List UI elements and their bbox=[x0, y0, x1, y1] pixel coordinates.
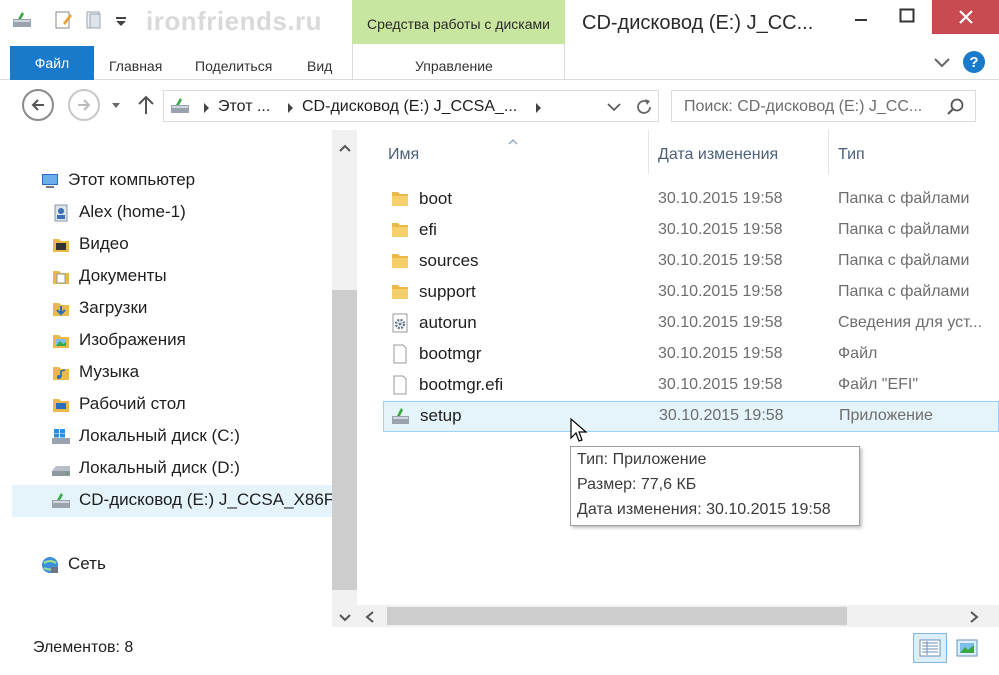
details-view-button[interactable] bbox=[913, 633, 947, 663]
column-header-type[interactable]: Тип bbox=[838, 146, 865, 164]
search-placeholder: Поиск: CD-дисковод (E:) J_CC... bbox=[684, 98, 923, 115]
file-icon bbox=[390, 375, 410, 395]
back-button[interactable] bbox=[22, 89, 54, 121]
video-folder-icon bbox=[51, 235, 71, 255]
file-row[interactable]: support 30.10.2015 19:58 Папка с файлами bbox=[383, 278, 999, 306]
nav-scrollbar[interactable] bbox=[332, 130, 357, 627]
address-history-icon[interactable] bbox=[606, 99, 622, 120]
file-row-selected[interactable]: setup 30.10.2015 19:58 Приложение bbox=[383, 401, 999, 432]
folder-icon bbox=[390, 220, 410, 240]
scroll-down-icon[interactable] bbox=[338, 610, 352, 628]
chevron-right-icon[interactable] bbox=[534, 101, 542, 119]
chevron-right-icon[interactable] bbox=[286, 101, 294, 119]
window-title: CD-дисковод (E:) J_CC... bbox=[582, 12, 814, 34]
file-info-tooltip: Тип: Приложение Размер: 77,6 КБ Дата изм… bbox=[570, 446, 860, 526]
settings-file-icon bbox=[390, 313, 410, 333]
recent-locations-icon[interactable] bbox=[110, 98, 122, 116]
item-count: Элементов: 8 bbox=[33, 639, 134, 656]
new-folder-icon[interactable] bbox=[84, 10, 104, 30]
tooltip-date: Дата изменения: 30.10.2015 19:58 bbox=[577, 501, 831, 518]
chevron-right-icon[interactable] bbox=[202, 101, 210, 119]
breadcrumb-this-pc[interactable]: Этот ... bbox=[218, 98, 270, 116]
file-row[interactable]: bootmgr 30.10.2015 19:58 Файл bbox=[383, 340, 999, 368]
forward-button[interactable] bbox=[68, 89, 100, 121]
column-divider[interactable] bbox=[648, 130, 649, 174]
scroll-right-icon[interactable] bbox=[969, 610, 979, 628]
file-row[interactable]: sources 30.10.2015 19:58 Папка с файлами bbox=[383, 247, 999, 275]
title-bar: ironfriends.ru Средства работы с дисками… bbox=[0, 0, 999, 44]
up-arrow-icon[interactable] bbox=[136, 94, 156, 121]
tooltip-type: Тип: Приложение bbox=[577, 451, 707, 468]
folder-icon bbox=[390, 251, 410, 271]
svg-text:?: ? bbox=[969, 54, 978, 71]
documents-folder-icon bbox=[51, 267, 71, 287]
file-row[interactable]: bootmgr.efi 30.10.2015 19:58 Файл "EFI" bbox=[383, 371, 999, 399]
scroll-left-icon[interactable] bbox=[365, 610, 375, 628]
nav-item-cd-drive[interactable]: CD-дисковод (E:) J_CCSA_X86FF bbox=[51, 487, 332, 515]
file-row[interactable]: efi 30.10.2015 19:58 Папка с файлами bbox=[383, 216, 999, 244]
search-input[interactable]: Поиск: CD-дисковод (E:) J_CC... bbox=[671, 90, 976, 122]
close-button[interactable] bbox=[932, 0, 999, 34]
tab-home[interactable]: Главная bbox=[109, 58, 162, 74]
tab-view[interactable]: Вид bbox=[307, 58, 332, 74]
horizontal-scroll-thumb[interactable] bbox=[387, 607, 847, 625]
cd-drive-icon bbox=[51, 491, 71, 511]
setup-app-icon bbox=[391, 406, 411, 426]
cd-drive-icon[interactable] bbox=[12, 10, 32, 30]
context-tab-area: Управление bbox=[352, 44, 565, 80]
tab-file[interactable]: Файл bbox=[10, 46, 94, 80]
scroll-up-icon[interactable] bbox=[338, 140, 352, 158]
watermark: ironfriends.ru bbox=[146, 6, 323, 36]
minimize-button[interactable] bbox=[838, 0, 884, 32]
large-icons-view-button[interactable] bbox=[950, 633, 984, 663]
status-bar: Элементов: 8 bbox=[0, 627, 999, 675]
expand-ribbon-icon[interactable] bbox=[932, 52, 952, 77]
column-divider[interactable] bbox=[828, 130, 829, 174]
file-icon bbox=[390, 344, 410, 364]
customize-toolbar-icon[interactable] bbox=[112, 10, 132, 30]
system-drive-icon bbox=[51, 427, 71, 447]
refresh-icon[interactable] bbox=[634, 97, 654, 122]
folder-icon bbox=[390, 282, 410, 302]
tab-share[interactable]: Поделиться bbox=[195, 58, 272, 74]
tooltip-size: Размер: 77,6 КБ bbox=[577, 476, 697, 493]
horizontal-scrollbar[interactable] bbox=[357, 605, 999, 627]
navigation-pane: Этот компьютер Alex (home-1) Видео Докум… bbox=[0, 130, 357, 627]
pictures-folder-icon bbox=[51, 331, 71, 351]
user-folder-icon bbox=[51, 203, 71, 223]
file-row[interactable]: autorun 30.10.2015 19:58 Сведения для ус… bbox=[383, 309, 999, 337]
music-folder-icon bbox=[51, 363, 71, 383]
ribbon: Файл Главная Поделиться Вид Управление ? bbox=[0, 44, 999, 80]
maximize-button[interactable] bbox=[884, 0, 930, 32]
properties-icon[interactable] bbox=[54, 10, 74, 30]
file-row[interactable]: boot 30.10.2015 19:58 Папка с файлами bbox=[383, 185, 999, 213]
column-header-date[interactable]: Дата изменения bbox=[658, 146, 778, 164]
sort-ascending-icon bbox=[508, 132, 518, 150]
mouse-cursor-icon bbox=[570, 417, 588, 449]
tab-manage[interactable]: Управление bbox=[415, 58, 493, 74]
breadcrumb-cd-drive[interactable]: CD-дисковод (E:) J_CCSA_... bbox=[302, 98, 517, 116]
downloads-folder-icon bbox=[51, 299, 71, 319]
context-tab-group-label: Средства работы с дисками bbox=[352, 0, 565, 44]
file-list: Имя Дата изменения Тип boot 30.10.2015 1… bbox=[357, 130, 999, 627]
cd-drive-icon bbox=[170, 96, 190, 121]
address-bar[interactable]: Этот ... CD-дисковод (E:) J_CCSA_... bbox=[163, 90, 659, 122]
navigation-bar: Этот ... CD-дисковод (E:) J_CCSA_... Пои… bbox=[0, 80, 999, 130]
search-icon[interactable] bbox=[946, 97, 966, 122]
folder-icon bbox=[390, 189, 410, 209]
help-icon[interactable]: ? bbox=[962, 50, 986, 79]
nav-scroll-thumb[interactable] bbox=[332, 290, 357, 590]
desktop-folder-icon bbox=[51, 395, 71, 415]
drive-icon bbox=[51, 459, 71, 479]
network-icon bbox=[40, 555, 60, 575]
column-header-name[interactable]: Имя bbox=[388, 146, 419, 164]
computer-icon bbox=[40, 171, 60, 191]
